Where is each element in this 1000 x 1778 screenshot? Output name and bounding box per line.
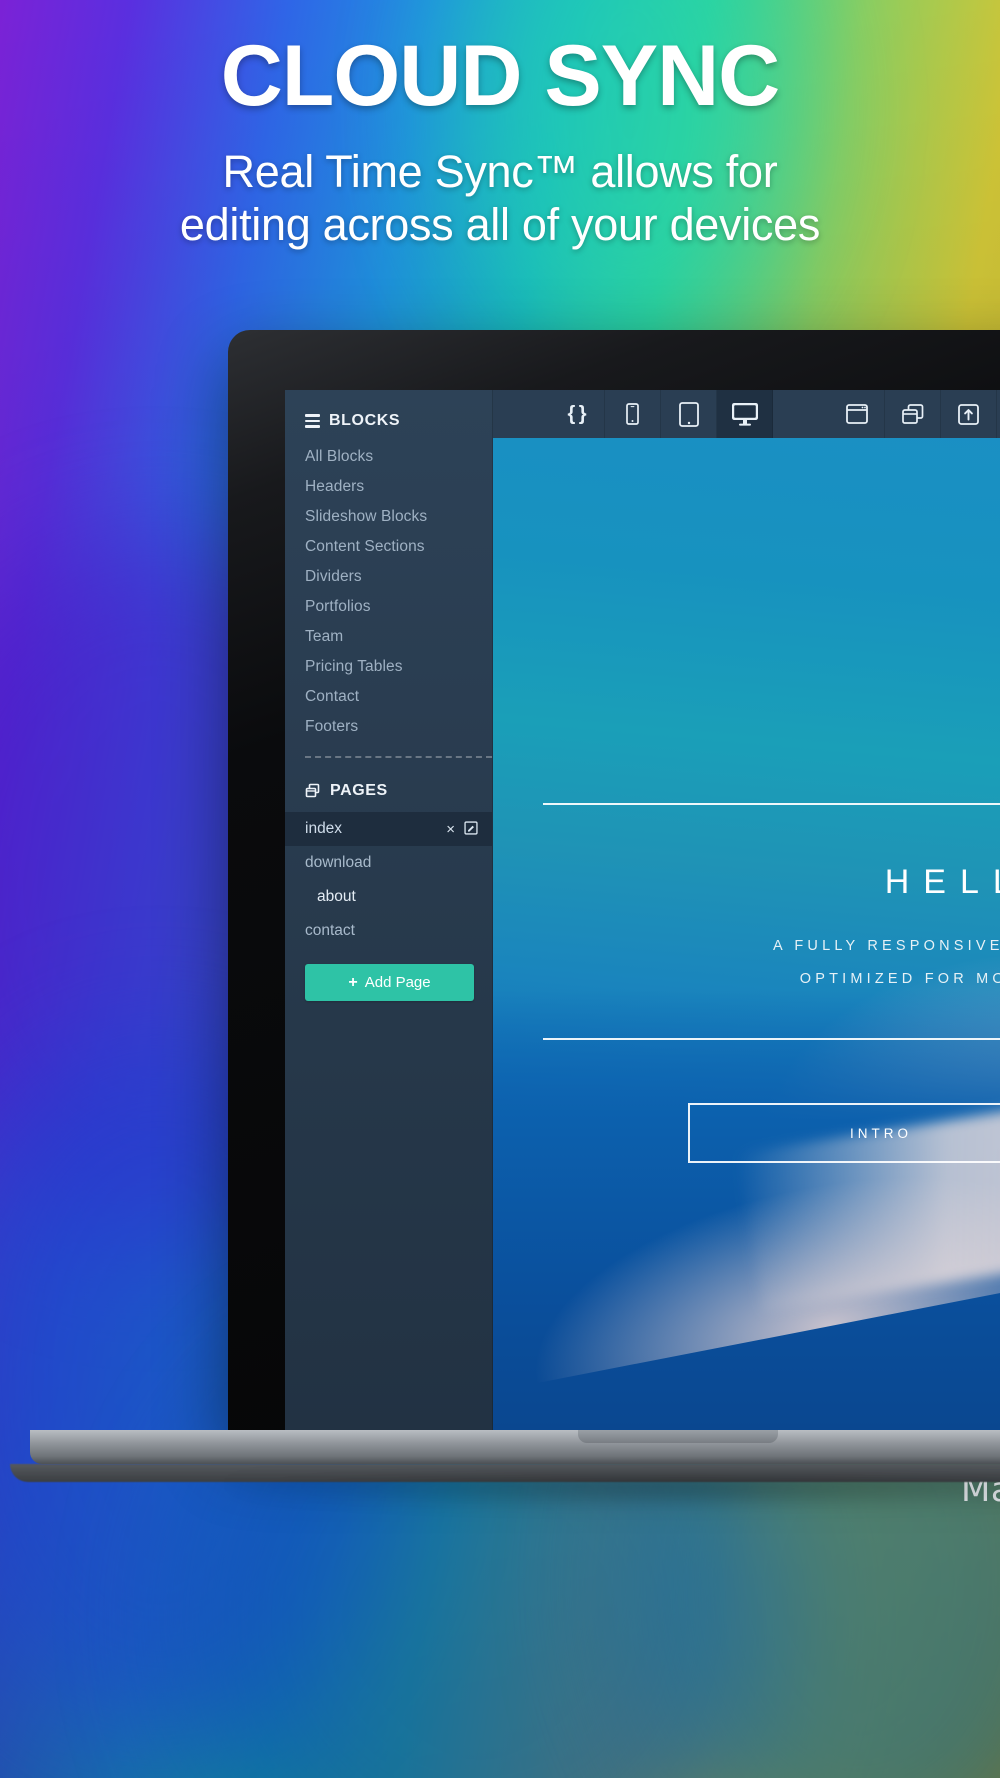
preview-heading: HELLO (884, 863, 1000, 901)
hero-subtitle: Real Time Sync™ allows for editing acros… (18, 146, 982, 251)
sidebar-divider (305, 756, 492, 758)
pages-list: index × download about contact (285, 812, 492, 948)
toolbar-left-spacer (493, 390, 549, 438)
preview-tab-bar: INTRO WORK (688, 1103, 1000, 1163)
laptop-screen-bezel: BLOCKS All Blocks Headers Slideshow Bloc… (228, 330, 1000, 1430)
duplicate-window-icon[interactable] (885, 390, 941, 438)
page-item-label: about (317, 888, 356, 905)
hero-subtitle-line-2: editing across all of your devices (179, 198, 821, 250)
mobile-preview-icon[interactable] (605, 390, 661, 438)
plus-icon: + (348, 973, 358, 991)
preview-subtitle-line-2: OPTIMIZED FOR MOBILE, TABLET (799, 971, 1000, 987)
page-row-actions: × (446, 820, 478, 838)
page-item-label: download (305, 854, 372, 871)
sidebar-item-pricing-tables[interactable]: Pricing Tables (285, 652, 492, 682)
hamburger-icon (305, 414, 320, 428)
preview-subtitle-line-1: A FULLY RESPONSIVE SITE TEMPLATE (773, 938, 1000, 954)
blocks-nav-list: All Blocks Headers Slideshow Blocks Cont… (285, 442, 492, 742)
sidebar-item-slideshow-blocks[interactable]: Slideshow Blocks (285, 502, 492, 532)
app-window: BLOCKS All Blocks Headers Slideshow Bloc… (285, 390, 1000, 1430)
blocks-heading-label: BLOCKS (329, 412, 401, 429)
page-item-download[interactable]: download (285, 846, 492, 880)
sidebar-item-portfolios[interactable]: Portfolios (285, 592, 492, 622)
hero-section: CLOUD SYNC Real Time Sync™ allows for ed… (0, 28, 1000, 252)
edit-icon[interactable] (464, 820, 478, 838)
sidebar-item-footers[interactable]: Footers (285, 712, 492, 742)
page-item-index[interactable]: index × (285, 812, 492, 846)
sidebar-item-team[interactable]: Team (285, 622, 492, 652)
pages-section-header: PAGES (285, 760, 492, 812)
blocks-section-header: BLOCKS (285, 390, 492, 442)
page-title: CLOUD SYNC (220, 28, 781, 124)
laptop-foot (10, 1464, 1000, 1482)
add-page-button[interactable]: + Add Page (305, 964, 474, 1001)
preview-rule-top (543, 803, 1000, 805)
copy-pages-icon (305, 783, 321, 799)
add-page-label: Add Page (364, 974, 431, 991)
code-view-icon[interactable]: { } (549, 390, 605, 438)
macbook-device-mockup: BLOCKS All Blocks Headers Slideshow Bloc… (10, 330, 1000, 1528)
page-item-about[interactable]: about (285, 880, 492, 914)
app-toolbar: { } (493, 390, 1000, 438)
page-item-label: index (305, 820, 343, 837)
pages-heading-label: PAGES (330, 782, 388, 799)
close-icon[interactable]: × (446, 822, 455, 837)
sidebar-item-content-sections[interactable]: Content Sections (285, 532, 492, 562)
hero-subtitle-line-1: Real Time Sync™ allows for (222, 146, 778, 198)
laptop-shadow (48, 1482, 1000, 1528)
page-item-contact[interactable]: contact (285, 914, 492, 948)
preview-rule-bottom (543, 1038, 1000, 1040)
website-preview-canvas[interactable]: HELLO A FULLY RESPONSIVE SITE TEMPLATE O… (493, 438, 1000, 1430)
page-item-label: contact (305, 922, 355, 939)
preview-hero-block: HELLO A FULLY RESPONSIVE SITE TEMPLATE O… (493, 438, 1000, 1430)
laptop-base (30, 1430, 1000, 1464)
sidebar-item-dividers[interactable]: Dividers (285, 562, 492, 592)
laptop-notch (578, 1430, 778, 1443)
sidebar-item-contact[interactable]: Contact (285, 682, 492, 712)
preview-tab-intro[interactable]: INTRO (690, 1105, 1000, 1161)
new-window-icon[interactable] (829, 390, 885, 438)
toolbar-mid-spacer (773, 390, 829, 438)
app-sidebar: BLOCKS All Blocks Headers Slideshow Bloc… (285, 390, 493, 1430)
sidebar-item-all-blocks[interactable]: All Blocks (285, 442, 492, 472)
tablet-preview-icon[interactable] (661, 390, 717, 438)
desktop-preview-icon[interactable] (717, 390, 773, 438)
export-upload-icon[interactable] (941, 390, 997, 438)
sidebar-item-headers[interactable]: Headers (285, 472, 492, 502)
